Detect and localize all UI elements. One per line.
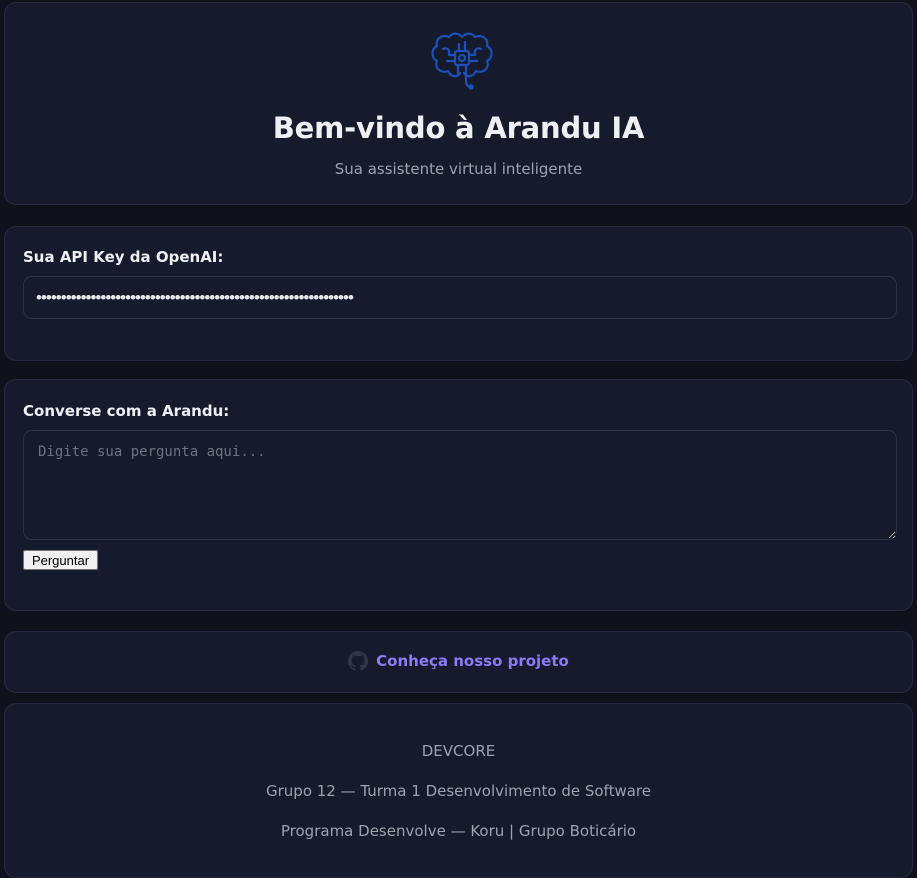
ask-button[interactable]: Perguntar [23, 550, 98, 570]
footer-program: Programa Desenvolve — Koru | Grupo Botic… [280, 822, 637, 840]
chat-section: Converse com a Arandu: Perguntar [4, 379, 913, 611]
project-link[interactable]: Conheça nosso projeto [5, 651, 912, 671]
api-key-section: Sua API Key da OpenAI: [4, 226, 913, 361]
footer: DEVCORE Grupo 12 — Turma 1 Desenvolvimen… [4, 703, 913, 878]
chat-label: Converse com a Arandu: [23, 402, 230, 420]
footer-brand: DEVCORE [421, 742, 496, 760]
api-key-label: Sua API Key da OpenAI: [23, 248, 224, 266]
question-input[interactable] [23, 430, 897, 540]
footer-group: Grupo 12 — Turma 1 Desenvolvimento de So… [266, 782, 651, 800]
github-icon [348, 651, 369, 671]
project-link-section: Conheça nosso projeto [4, 631, 913, 693]
api-key-input[interactable] [23, 276, 897, 319]
brain-chip-icon [431, 32, 493, 90]
welcome-header: Bem-vindo à Arandu IA Sua assistente vir… [4, 2, 913, 205]
project-link-label: Conheça nosso projeto [376, 652, 569, 670]
page-title: Bem-vindo à Arandu IA [272, 111, 645, 145]
page-subtitle: Sua assistente virtual inteligente [334, 160, 583, 178]
